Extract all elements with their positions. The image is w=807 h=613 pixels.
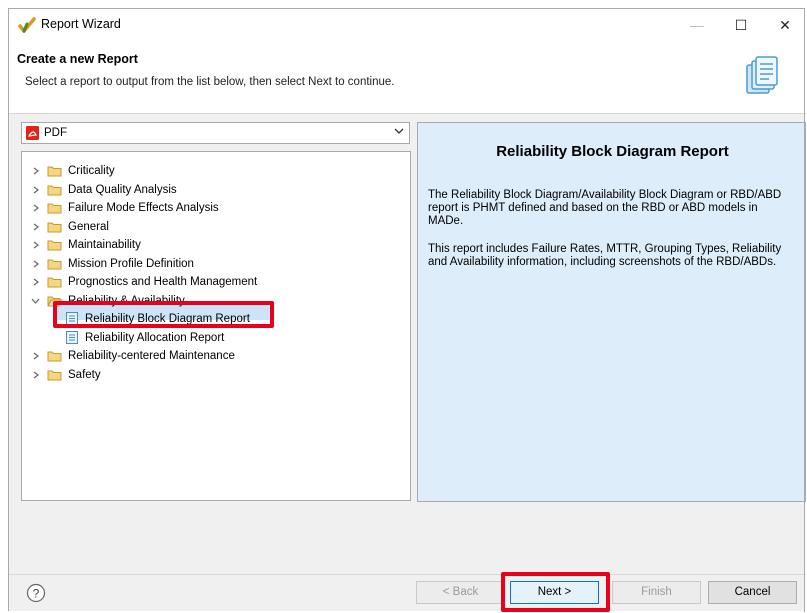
tree-label: Reliability Allocation Report xyxy=(85,331,225,344)
window-border xyxy=(804,9,805,612)
minimize-button[interactable]: — xyxy=(677,13,717,37)
tree-label: Maintainability xyxy=(68,239,141,251)
cancel-button[interactable]: Cancel xyxy=(708,581,797,604)
expand-arrow-icon[interactable] xyxy=(31,185,40,195)
expand-arrow-icon[interactable] xyxy=(31,259,40,269)
finish-button[interactable]: Finish xyxy=(612,581,701,604)
folder-icon xyxy=(47,277,62,288)
page-description: Select a report to output from the list … xyxy=(25,76,395,88)
chevron-down-icon[interactable] xyxy=(394,126,404,136)
folder-icon xyxy=(47,203,62,214)
expand-arrow-icon[interactable] xyxy=(31,370,40,380)
window-title: Report Wizard xyxy=(41,17,121,31)
expand-arrow-icon[interactable] xyxy=(31,203,40,213)
help-icon[interactable]: ? xyxy=(26,583,46,603)
title-bar: Report Wizard — ☐ ✕ xyxy=(9,9,806,41)
tree-label: Safety xyxy=(68,368,101,381)
back-button[interactable]: < Back xyxy=(416,581,505,604)
format-select[interactable]: PDF xyxy=(21,122,410,144)
page-title: Create a new Report xyxy=(17,52,138,66)
description-paragraph-2: This report includes Failure Rates, MTTR… xyxy=(428,243,782,268)
tree-label: Reliability-centered Maintenance xyxy=(68,350,235,362)
rbd-report-annotation-box xyxy=(53,301,274,328)
description-title: Reliability Block Diagram Report xyxy=(496,143,729,160)
expand-arrow-icon[interactable] xyxy=(31,166,40,176)
tree-label: Mission Profile Definition xyxy=(68,257,194,270)
report-description-panel: Reliability Block Diagram Report The Rel… xyxy=(417,122,806,502)
folder-icon xyxy=(47,259,62,269)
tree-label: General xyxy=(68,220,109,233)
next-button-annotation-box xyxy=(501,572,610,612)
report-stack-icon xyxy=(746,56,778,94)
expand-arrow-icon[interactable] xyxy=(31,222,40,232)
wizard-header: Create a new Report Select a report to o… xyxy=(9,41,806,114)
folder-icon xyxy=(47,166,62,177)
format-value: PDF xyxy=(44,127,67,139)
close-button[interactable]: ✕ xyxy=(765,13,805,37)
folder-icon xyxy=(47,222,62,232)
folder-icon xyxy=(47,370,62,380)
maximize-button[interactable]: ☐ xyxy=(721,13,761,37)
button-bar-separator xyxy=(9,574,806,575)
report-wizard-window: Report Wizard — ☐ ✕ Create a new Report … xyxy=(8,8,806,612)
folder-icon xyxy=(47,240,62,251)
svg-text:?: ? xyxy=(33,587,40,601)
description-paragraph-1: The Reliability Block Diagram/Availabili… xyxy=(428,189,782,227)
tree-label: Prognostics and Health Management xyxy=(68,276,258,288)
collapse-arrow-icon[interactable] xyxy=(31,296,40,306)
app-logo-icon xyxy=(18,17,36,33)
expand-arrow-icon[interactable] xyxy=(31,277,40,287)
report-doc-icon xyxy=(66,330,78,344)
expand-arrow-icon[interactable] xyxy=(31,351,40,361)
tree-label: Criticality xyxy=(68,165,115,177)
tree-label: Failure Mode Effects Analysis xyxy=(68,202,219,214)
expand-arrow-icon[interactable] xyxy=(31,240,40,250)
pdf-icon xyxy=(26,126,39,140)
folder-icon xyxy=(47,185,62,195)
tree-label: Data Quality Analysis xyxy=(68,183,177,196)
folder-icon xyxy=(47,351,62,362)
